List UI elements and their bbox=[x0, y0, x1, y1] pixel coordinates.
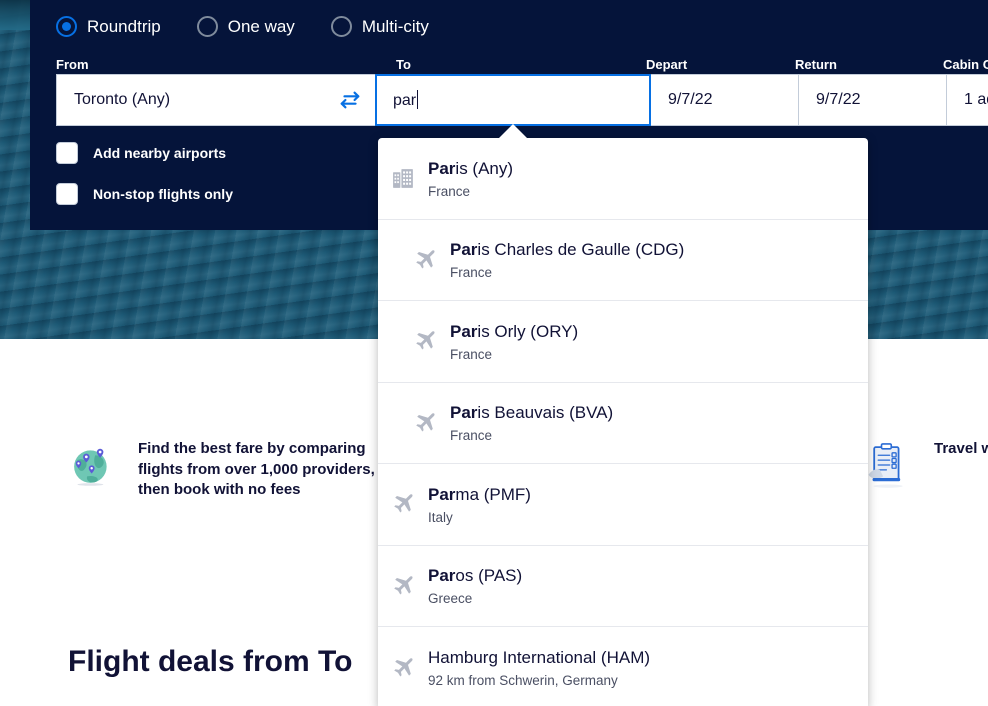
label-depart: Depart bbox=[646, 57, 688, 72]
airplane-icon bbox=[408, 410, 442, 436]
autocomplete-option-title: Paris Orly (ORY) bbox=[450, 321, 579, 341]
option-add-nearby-airports[interactable]: Add nearby airports bbox=[56, 142, 233, 164]
autocomplete-option-subtitle: Italy bbox=[428, 509, 453, 525]
origin-value: Toronto (Any) bbox=[74, 91, 171, 108]
autocomplete-option[interactable]: Paris (Any) France bbox=[378, 138, 868, 220]
autocomplete-option-title: Paris Charles de Gaulle (CDG) bbox=[450, 240, 685, 260]
feature-best-fare: Find the best fare by comparing flights … bbox=[66, 439, 386, 501]
feature-text: Travel w COVID- have in bbox=[934, 440, 988, 457]
trip-type-label: Multi-city bbox=[361, 16, 429, 36]
origin-field[interactable]: Toronto (Any) bbox=[56, 74, 376, 126]
page-title: Flight deals from To bbox=[68, 645, 353, 678]
airplane-icon bbox=[408, 247, 442, 273]
return-date-value: 9/7/22 bbox=[816, 91, 861, 108]
city-building-icon bbox=[386, 166, 420, 191]
airplane-icon bbox=[408, 328, 442, 354]
label-cabin-class: Cabin C bbox=[943, 57, 988, 72]
destination-input[interactable]: par bbox=[377, 90, 419, 110]
autocomplete-option-subtitle: France bbox=[450, 265, 493, 281]
autocomplete-option-texts: Paris Charles de Gaulle (CDG) France bbox=[450, 239, 684, 280]
clipboard-checklist-icon bbox=[862, 439, 920, 496]
autocomplete-option-title: Paros (PAS) bbox=[428, 566, 523, 586]
autocomplete-option-texts: Paris Orly (ORY) France bbox=[450, 321, 578, 362]
destination-field[interactable]: par bbox=[375, 74, 651, 126]
trip-type-one-way[interactable]: One way bbox=[196, 16, 295, 37]
globe-pins-icon bbox=[66, 439, 124, 496]
autocomplete-option-title: Hamburg International (HAM) bbox=[428, 648, 651, 668]
option-non-stop-only[interactable]: Non-stop flights only bbox=[56, 183, 233, 205]
autocomplete-option-texts: Paris (Any) France bbox=[428, 158, 513, 199]
autocomplete-option-subtitle: Greece bbox=[428, 591, 473, 607]
autocomplete-option-texts: Paris Beauvais (BVA) France bbox=[450, 402, 613, 443]
option-label: Add nearby airports bbox=[93, 145, 227, 161]
label-return: Return bbox=[795, 57, 837, 72]
autocomplete-option-subtitle: 92 km from Schwerin, Germany bbox=[428, 673, 618, 689]
autocomplete-caret-icon bbox=[498, 124, 528, 139]
autocomplete-option[interactable]: Paris Orly (ORY) France bbox=[378, 301, 868, 383]
autocomplete-option[interactable]: Paris Beauvais (BVA) France bbox=[378, 383, 868, 464]
depart-date-value: 9/7/22 bbox=[668, 91, 713, 108]
autocomplete-option-subtitle: France bbox=[450, 428, 493, 444]
autocomplete-option-texts: Parma (PMF) Italy bbox=[428, 484, 531, 525]
search-options: Add nearby airports Non-stop flights onl… bbox=[56, 142, 233, 224]
autocomplete-option-subtitle: France bbox=[450, 346, 493, 362]
feature-text: Find the best fare by comparing flights … bbox=[138, 440, 375, 499]
page-root: Roundtrip One way Multi-city From To Dep… bbox=[0, 0, 988, 706]
cabin-class-value: 1 ad bbox=[964, 91, 988, 108]
label-to: To bbox=[396, 57, 411, 72]
autocomplete-option-title: Paris (Any) bbox=[428, 158, 514, 178]
autocomplete-option-title: Parma (PMF) bbox=[428, 484, 531, 504]
feature-covid-info: Travel w COVID- have in bbox=[862, 439, 988, 496]
text-cursor bbox=[417, 90, 419, 109]
search-fields-row: Toronto (Any) par 9/7/22 9/7/22 1 a bbox=[56, 74, 988, 126]
autocomplete-option[interactable]: Paros (PAS) Greece bbox=[378, 546, 868, 627]
autocomplete-option[interactable]: Paris Charles de Gaulle (CDG) France bbox=[378, 220, 868, 301]
airplane-icon bbox=[386, 491, 420, 517]
destination-autocomplete-dropdown[interactable]: Paris (Any) France Paris Charles de Gaulle… bbox=[378, 138, 868, 706]
depart-date-field[interactable]: 9/7/22 bbox=[651, 74, 799, 126]
trip-type-label: Roundtrip bbox=[87, 16, 161, 36]
radio-selected-icon[interactable] bbox=[56, 16, 77, 37]
option-label: Non-stop flights only bbox=[93, 186, 233, 202]
autocomplete-option[interactable]: Parma (PMF) Italy bbox=[378, 464, 868, 546]
airplane-icon bbox=[386, 573, 420, 599]
autocomplete-option-texts: Hamburg International (HAM) 92 km from Sc… bbox=[428, 647, 650, 688]
radio-icon[interactable] bbox=[196, 16, 218, 37]
autocomplete-option-texts: Paros (PAS) Greece bbox=[428, 565, 522, 606]
trip-type-label: One way bbox=[227, 16, 295, 36]
autocomplete-option[interactable]: Hamburg International (HAM) 92 km from Sc… bbox=[378, 627, 868, 706]
autocomplete-option-subtitle: France bbox=[428, 183, 471, 199]
trip-type-multi-city[interactable]: Multi-city bbox=[330, 16, 429, 37]
checkbox-icon[interactable] bbox=[56, 142, 78, 164]
label-from: From bbox=[56, 57, 89, 72]
radio-icon[interactable] bbox=[330, 16, 352, 37]
cabin-class-field[interactable]: 1 ad bbox=[947, 74, 988, 126]
swap-arrows-icon[interactable] bbox=[335, 85, 365, 115]
trip-type-group: Roundtrip One way Multi-city bbox=[56, 16, 465, 37]
checkbox-icon[interactable] bbox=[56, 183, 78, 205]
return-date-field[interactable]: 9/7/22 bbox=[799, 74, 947, 126]
autocomplete-option-title: Paris Beauvais (BVA) bbox=[450, 403, 614, 423]
trip-type-roundtrip[interactable]: Roundtrip bbox=[56, 16, 161, 37]
airplane-icon bbox=[386, 655, 420, 681]
